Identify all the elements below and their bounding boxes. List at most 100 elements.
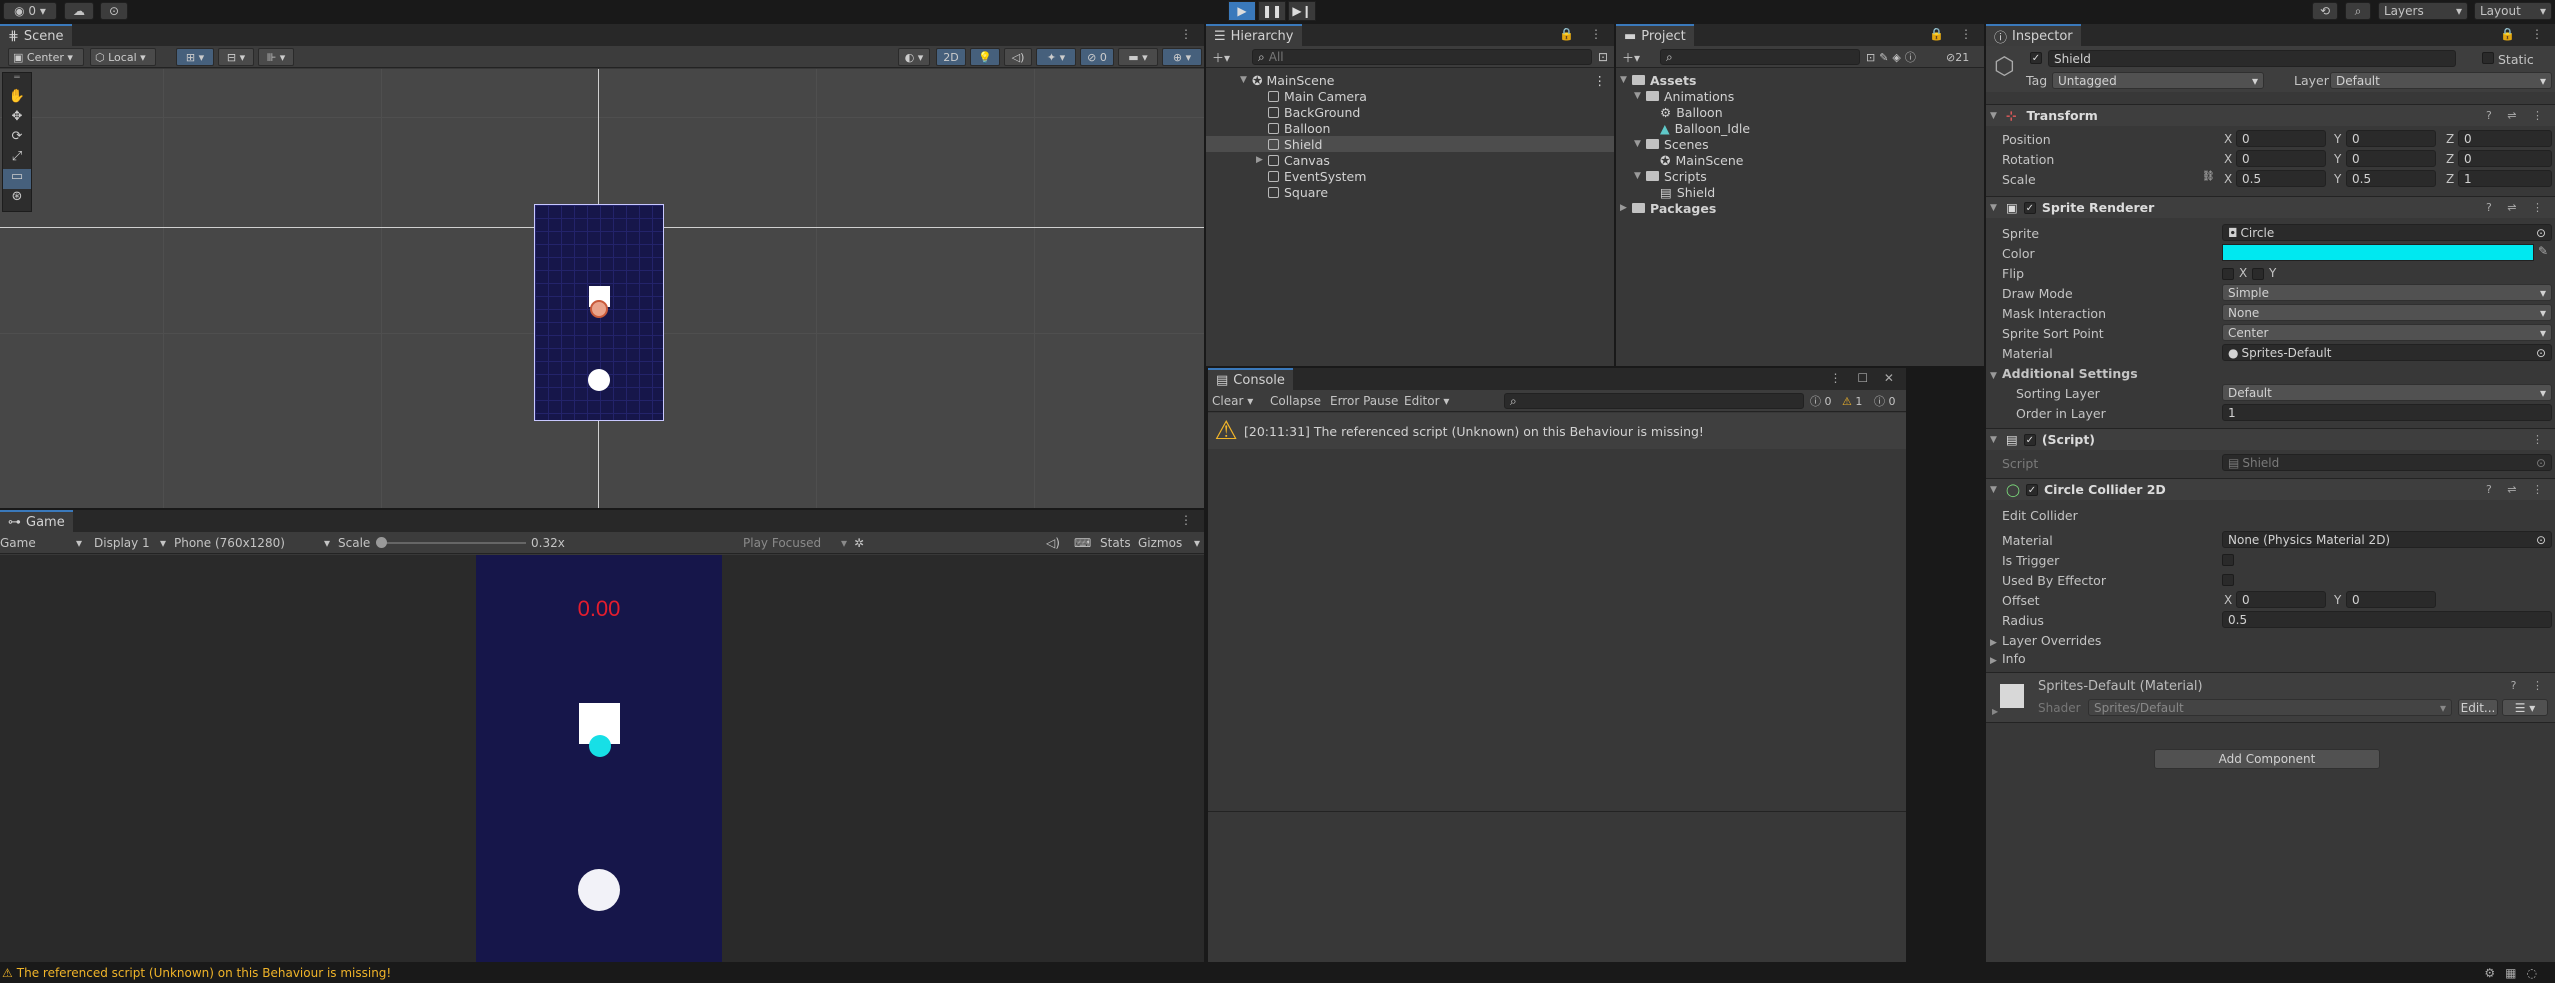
edit-shader-button[interactable]: Edit...: [2458, 699, 2498, 716]
panel-menu-icon[interactable]: ⋮: [1180, 513, 1198, 527]
draw-mode-dropdown[interactable]: Simple ▾: [2222, 284, 2552, 301]
sorting-layer-dropdown[interactable]: Default ▾: [2222, 384, 2552, 401]
gizmos-scene-button[interactable]: ⊕ ▾: [1162, 48, 1202, 66]
effects-button[interactable]: ✦ ▾: [1036, 48, 1076, 66]
tab-hierarchy[interactable]: ☰ Hierarchy: [1206, 24, 1302, 46]
audio-button[interactable]: ◁): [1004, 48, 1032, 66]
hierarchy-item-main-camera[interactable]: Main Camera: [1206, 88, 1614, 104]
layer-dropdown[interactable]: Default ▾: [2330, 72, 2552, 89]
account-dropdown[interactable]: ◉ 0 ▾: [3, 2, 57, 20]
hierarchy-item-balloon[interactable]: Balloon: [1206, 120, 1614, 136]
info-count-toggle[interactable]: ⓘ 0: [1810, 392, 1832, 410]
folder-scripts[interactable]: ▼ Scripts: [1616, 168, 1984, 184]
order-in-layer-field[interactable]: 1: [2222, 404, 2552, 421]
grid-snap-button[interactable]: ⊞ ▾: [176, 48, 214, 66]
offset-y-field[interactable]: 0: [2346, 591, 2436, 608]
visibility-button[interactable]: ⊘ 0: [1080, 48, 1114, 66]
project-filter-icons[interactable]: ⊡✎◈ⓘ: [1866, 48, 1920, 66]
resolution-dropdown[interactable]: Phone (760x1280) ▾: [174, 534, 330, 552]
gizmos-dropdown[interactable]: Gizmos ▾: [1138, 534, 1200, 552]
folder-animations[interactable]: ▼ Animations: [1616, 88, 1984, 104]
position-z-field[interactable]: 0: [2458, 130, 2552, 147]
mode-2d-button[interactable]: 2D: [936, 48, 966, 66]
status-message[interactable]: The referenced script (Unknown) on this …: [17, 966, 391, 980]
console-log-entry[interactable]: ⚠ [20:11:31] The referenced script (Unkn…: [1208, 413, 1906, 449]
project-search-input[interactable]: ⌕: [1660, 49, 1860, 65]
rotate-tool-icon[interactable]: ⟳: [3, 129, 31, 149]
color-swatch[interactable]: [2222, 244, 2534, 261]
radius-field[interactable]: 0.5: [2222, 611, 2552, 628]
pause-button[interactable]: ❚❚: [1258, 1, 1286, 21]
collapsed-triangle-icon[interactable]: ▶: [1256, 155, 1268, 165]
stats-button[interactable]: Stats: [1100, 534, 1131, 552]
hierarchy-item-canvas[interactable]: ▶ Canvas: [1206, 152, 1614, 168]
tab-inspector[interactable]: ⓘ Inspector: [1986, 24, 2081, 46]
hierarchy-search-input[interactable]: ⌕ All: [1252, 49, 1592, 65]
editor-dropdown[interactable]: Editor ▾: [1404, 392, 1449, 410]
tag-dropdown[interactable]: Untagged ▾: [2052, 72, 2264, 89]
clear-button[interactable]: Clear ▾: [1212, 392, 1253, 410]
edit-collider-button[interactable]: Edit Collider: [2002, 508, 2078, 523]
window-controls-icon[interactable]: ⋮ ☐ ✕: [1830, 371, 1900, 385]
scale-y-field[interactable]: 0.5: [2346, 170, 2436, 187]
hierarchy-item-background[interactable]: BackGround: [1206, 104, 1614, 120]
sort-point-dropdown[interactable]: Center ▾: [2222, 324, 2552, 341]
balloon-circle-sprite[interactable]: [588, 369, 610, 391]
rotation-x-field[interactable]: 0: [2236, 150, 2326, 167]
additional-settings-foldout[interactable]: ▼ Additional Settings: [1990, 366, 2138, 381]
layer-overrides-foldout[interactable]: ▶ Layer Overrides: [1990, 633, 2101, 648]
filter-icon[interactable]: ⊡: [1598, 48, 1608, 66]
cloud-button[interactable]: ☁: [64, 2, 94, 20]
used-by-effector-checkbox[interactable]: [2222, 574, 2234, 586]
shield-selection-gizmo[interactable]: [590, 300, 608, 318]
tab-scene[interactable]: ⋕ Scene: [0, 24, 72, 46]
bug-icon[interactable]: ✲: [854, 534, 864, 552]
eyedropper-icon[interactable]: ✎: [2538, 244, 2548, 258]
link-icon[interactable]: ⛓: [2202, 171, 2215, 182]
step-button[interactable]: ▶❙: [1288, 1, 1316, 21]
scene-root[interactable]: ▼ ✪ MainScene ⋮: [1206, 72, 1614, 88]
warning-count-toggle[interactable]: ⚠ 1: [1842, 392, 1862, 410]
view-dropdown[interactable]: Game ▾: [0, 534, 82, 552]
console-search-input[interactable]: ⌕: [1504, 393, 1804, 409]
display-dropdown[interactable]: Display 1 ▾: [94, 534, 166, 552]
tab-game[interactable]: ⊶ Game: [0, 510, 73, 532]
error-pause-button[interactable]: Error Pause: [1330, 392, 1398, 410]
transform-tool-icon[interactable]: ⊛: [3, 189, 31, 209]
mute-audio-icon[interactable]: ◁): [1046, 534, 1060, 552]
enabled-checkbox[interactable]: ✓: [2026, 483, 2038, 496]
transform-header[interactable]: ▼ ⊹ Transform ? ⇌ ⋮: [1986, 104, 2555, 126]
search-button[interactable]: ⌕: [2345, 2, 2371, 20]
scale-slider[interactable]: [376, 537, 526, 548]
hierarchy-item-square[interactable]: Square: [1206, 184, 1614, 200]
collapsed-triangle-icon[interactable]: ▶: [1992, 707, 1998, 716]
scale-z-field[interactable]: 1: [2458, 170, 2552, 187]
scale-x-field[interactable]: 0.5: [2236, 170, 2326, 187]
camera-button[interactable]: ▬ ▾: [1118, 48, 1158, 66]
error-count-toggle[interactable]: ⓘ 0: [1874, 392, 1896, 410]
add-component-button[interactable]: Add Component: [2154, 749, 2380, 769]
component-menu-icons[interactable]: ? ⇌ ⋮: [2486, 109, 2549, 122]
game-viewport[interactable]: 0.00: [0, 555, 1204, 962]
scene-viewport[interactable]: ═ ✋ ✥ ⟳ ⤢ ▭ ⊛: [0, 69, 1204, 508]
flip-y-checkbox[interactable]: [2252, 268, 2264, 280]
position-y-field[interactable]: 0: [2346, 130, 2436, 147]
static-checkbox[interactable]: [2482, 52, 2494, 64]
enabled-checkbox[interactable]: ✓: [2023, 433, 2036, 446]
increment-snap-button[interactable]: ⊪ ▾: [258, 48, 294, 66]
circle-collider-header[interactable]: ▼ ◯ ✓ Circle Collider 2D ? ⇌ ⋮: [1986, 478, 2555, 500]
collapse-button[interactable]: Collapse: [1270, 392, 1321, 410]
status-icons[interactable]: ⚙▦◌: [2484, 966, 2547, 980]
folder-scenes[interactable]: ▼ Scenes: [1616, 136, 1984, 152]
play-focused-dropdown[interactable]: Play Focused ▾: [743, 534, 847, 552]
active-checkbox[interactable]: ✓: [2030, 52, 2042, 64]
panel-menu-icon[interactable]: 🔒 ⋮: [1929, 27, 1978, 41]
move-tool-icon[interactable]: ✥: [3, 109, 31, 129]
asset-mainscene[interactable]: ✪ MainScene: [1616, 152, 1984, 168]
grid-toggle-button[interactable]: ⊟ ▾: [218, 48, 254, 66]
script-header[interactable]: ▼ ▤ ✓ (Script) ⋮: [1986, 428, 2555, 450]
object-picker-icon[interactable]: ⊙: [2536, 533, 2546, 547]
shader-dropdown[interactable]: Sprites/Default ▾: [2088, 699, 2452, 716]
asset-shield-script[interactable]: ▤ Shield: [1616, 184, 1984, 200]
tab-project[interactable]: ▬ Project: [1616, 24, 1694, 46]
